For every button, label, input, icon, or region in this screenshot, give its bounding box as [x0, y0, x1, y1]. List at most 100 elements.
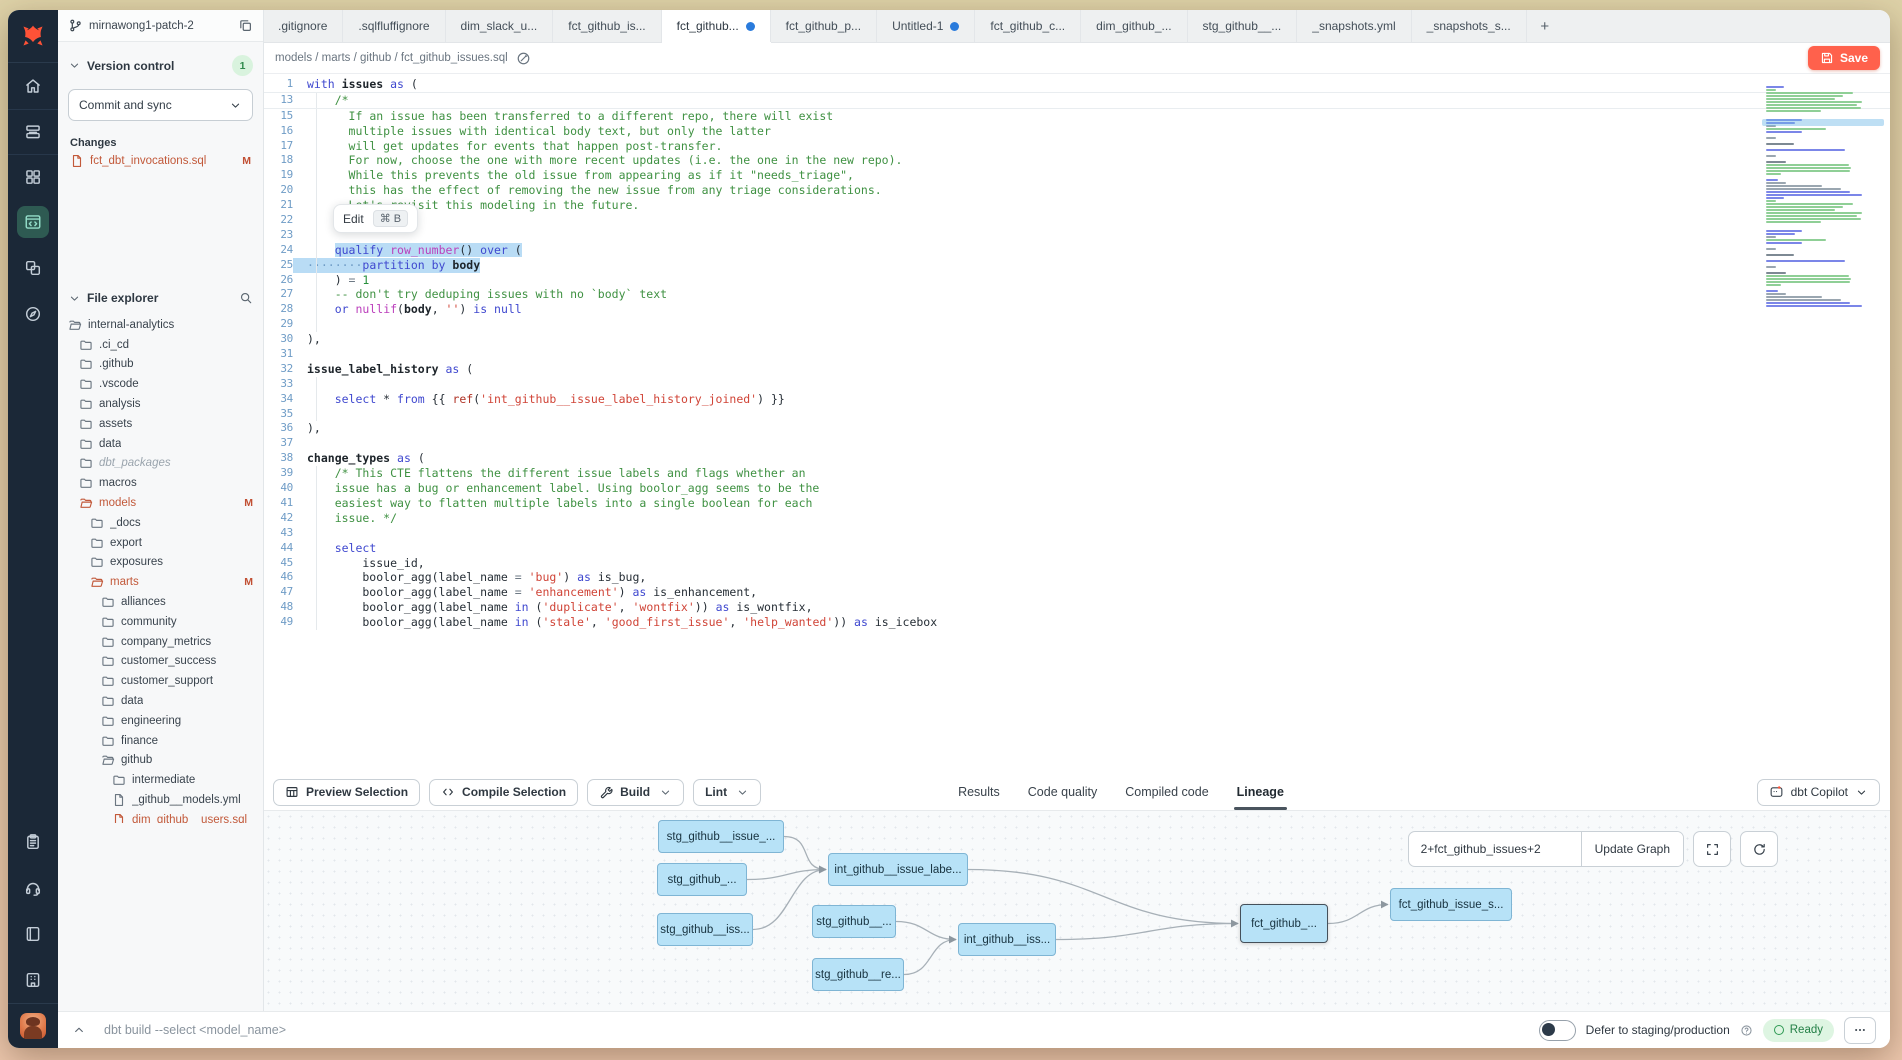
- code-line-41[interactable]: 41 easiest way to flatten multiple label…: [263, 496, 1890, 511]
- version-control-header[interactable]: Version control 1: [58, 42, 263, 76]
- line-number[interactable]: 36: [263, 421, 293, 436]
- code-line-32[interactable]: 32issue_label_history as (: [263, 362, 1890, 377]
- help-icon[interactable]: [1740, 1024, 1753, 1037]
- lineage-node-stg_github__re[interactable]: stg_github__re...: [812, 958, 904, 991]
- editor-tab-dim_slack_u...[interactable]: dim_slack_u...: [446, 10, 554, 42]
- tree-item-internal-analytics[interactable]: internal-analytics: [58, 315, 263, 335]
- code-line-49[interactable]: 49 boolor_agg(label_name in ('stale', 'g…: [263, 615, 1890, 630]
- code-line-43[interactable]: 43: [263, 526, 1890, 541]
- line-number[interactable]: 18: [263, 153, 293, 168]
- tree-item-export[interactable]: export: [58, 533, 263, 553]
- code-editor[interactable]: 1with issues as (13 /*15 If an issue has…: [263, 74, 1890, 774]
- editor-tab-fct_github...[interactable]: fct_github...: [662, 10, 771, 42]
- code-line-18[interactable]: 18 For now, choose the one with more rec…: [263, 153, 1890, 168]
- tree-item-dim_github__users.sql[interactable]: dim_github__users.sql: [58, 810, 263, 823]
- build-button[interactable]: Build: [587, 779, 684, 806]
- line-number[interactable]: 49: [263, 615, 293, 630]
- tree-item-customer_support[interactable]: customer_support: [58, 671, 263, 691]
- tree-item-.ci_cd[interactable]: .ci_cd: [58, 335, 263, 355]
- lineage-node-stg_github__issue_[interactable]: stg_github__issue_...: [658, 820, 784, 853]
- defer-toggle[interactable]: [1539, 1020, 1576, 1041]
- lineage-node-stg_github_[interactable]: stg_github_...: [657, 863, 747, 896]
- code-line-42[interactable]: 42 issue. */: [263, 511, 1890, 526]
- preview-selection-button[interactable]: Preview Selection: [273, 779, 420, 806]
- code-line-23[interactable]: 23: [263, 228, 1890, 243]
- tree-item-exposures[interactable]: exposures: [58, 553, 263, 573]
- editor-tab-fct_github_c...[interactable]: fct_github_c...: [975, 10, 1081, 42]
- nav-tasks[interactable]: [8, 819, 58, 865]
- panel-tab-code-quality[interactable]: Code quality: [1028, 774, 1098, 810]
- tree-item-.github[interactable]: .github: [58, 355, 263, 375]
- line-number[interactable]: 22: [263, 213, 293, 228]
- panel-tab-results[interactable]: Results: [958, 774, 1000, 810]
- line-number[interactable]: 37: [263, 436, 293, 451]
- tree-item-dbt_packages[interactable]: dbt_packages: [58, 454, 263, 474]
- code-line-16[interactable]: 16 multiple issues with identical body t…: [263, 124, 1890, 139]
- lineage-node-stg_github__iss[interactable]: stg_github__iss...: [657, 913, 753, 946]
- code-line-37[interactable]: 37: [263, 436, 1890, 451]
- nav-home[interactable]: [8, 63, 58, 109]
- line-number[interactable]: 23: [263, 228, 293, 243]
- line-number[interactable]: 20: [263, 183, 293, 198]
- editor-tab-fct_github_is...[interactable]: fct_github_is...: [553, 10, 661, 42]
- panel-tab-compiled-code[interactable]: Compiled code: [1125, 774, 1208, 810]
- code-line-34[interactable]: 34 select * from {{ ref('int_github__iss…: [263, 392, 1890, 407]
- line-number[interactable]: 32: [263, 362, 293, 377]
- line-number[interactable]: 46: [263, 570, 293, 585]
- tree-item-alliances[interactable]: alliances: [58, 592, 263, 612]
- nav-dashboard[interactable]: [8, 154, 58, 199]
- line-number[interactable]: 47: [263, 585, 293, 600]
- line-number[interactable]: 17: [263, 139, 293, 154]
- code-line-31[interactable]: 31: [263, 347, 1890, 362]
- nav-environments[interactable]: [8, 109, 58, 154]
- line-number[interactable]: 34: [263, 392, 293, 407]
- line-number[interactable]: 19: [263, 168, 293, 183]
- file-actions-icon[interactable]: [516, 51, 531, 66]
- file-explorer-header[interactable]: File explorer: [58, 278, 263, 305]
- panel-tab-lineage[interactable]: Lineage: [1237, 774, 1284, 810]
- lineage-node-stg_github__[interactable]: stg_github__...: [812, 905, 896, 938]
- tree-item-data[interactable]: data: [58, 434, 263, 454]
- copy-branch-icon[interactable]: [238, 18, 253, 33]
- code-line-1[interactable]: 1with issues as (: [263, 77, 1890, 93]
- editor-minimap[interactable]: [1766, 86, 1882, 308]
- line-number[interactable]: 25: [263, 258, 293, 273]
- line-number[interactable]: 33: [263, 377, 293, 392]
- code-line-27[interactable]: 27 -- don't try deduping issues with no …: [263, 287, 1890, 302]
- code-line-24[interactable]: 24 qualify row_number() over (: [263, 243, 1890, 258]
- code-line-22[interactable]: 22: [263, 213, 1890, 228]
- line-number[interactable]: 35: [263, 407, 293, 422]
- code-line-38[interactable]: 38change_types as (: [263, 451, 1890, 466]
- tree-item-github[interactable]: github: [58, 751, 263, 771]
- commit-and-sync-button[interactable]: Commit and sync: [68, 89, 253, 121]
- save-button[interactable]: Save: [1808, 46, 1880, 70]
- tree-item-company_metrics[interactable]: company_metrics: [58, 632, 263, 652]
- tree-item-intermediate[interactable]: intermediate: [58, 770, 263, 790]
- edit-popup[interactable]: Edit ⌘ B: [333, 204, 418, 233]
- code-line-25[interactable]: 25········partition by body: [263, 258, 1890, 273]
- code-line-20[interactable]: 20 this has the effect of removing the n…: [263, 183, 1890, 198]
- new-tab-button[interactable]: +: [1527, 10, 1563, 42]
- line-number[interactable]: 42: [263, 511, 293, 526]
- line-number[interactable]: 1: [263, 77, 293, 92]
- code-line-26[interactable]: 26 ) = 1: [263, 273, 1890, 288]
- tree-item-customer_success[interactable]: customer_success: [58, 652, 263, 672]
- line-number[interactable]: 29: [263, 317, 293, 332]
- search-icon[interactable]: [239, 291, 253, 305]
- code-line-45[interactable]: 45 issue_id,: [263, 556, 1890, 571]
- tree-item-data[interactable]: data: [58, 691, 263, 711]
- lineage-node-int_github__iss[interactable]: int_github__iss...: [958, 923, 1056, 956]
- code-line-19[interactable]: 19 While this prevents the old issue fro…: [263, 168, 1890, 183]
- code-line-13[interactable]: 13 /*: [263, 93, 1890, 109]
- line-number[interactable]: 48: [263, 600, 293, 615]
- line-number[interactable]: 45: [263, 556, 293, 571]
- line-number[interactable]: 41: [263, 496, 293, 511]
- overflow-menu-button[interactable]: [1844, 1017, 1876, 1044]
- lineage-node-fct_github_[interactable]: fct_github_...: [1240, 904, 1328, 943]
- tree-item-assets[interactable]: assets: [58, 414, 263, 434]
- editor-tab-stg_github__...[interactable]: stg_github__...: [1188, 10, 1298, 42]
- line-number[interactable]: 40: [263, 481, 293, 496]
- refresh-graph-button[interactable]: [1740, 831, 1778, 867]
- nav-docs[interactable]: [8, 911, 58, 957]
- line-number[interactable]: 38: [263, 451, 293, 466]
